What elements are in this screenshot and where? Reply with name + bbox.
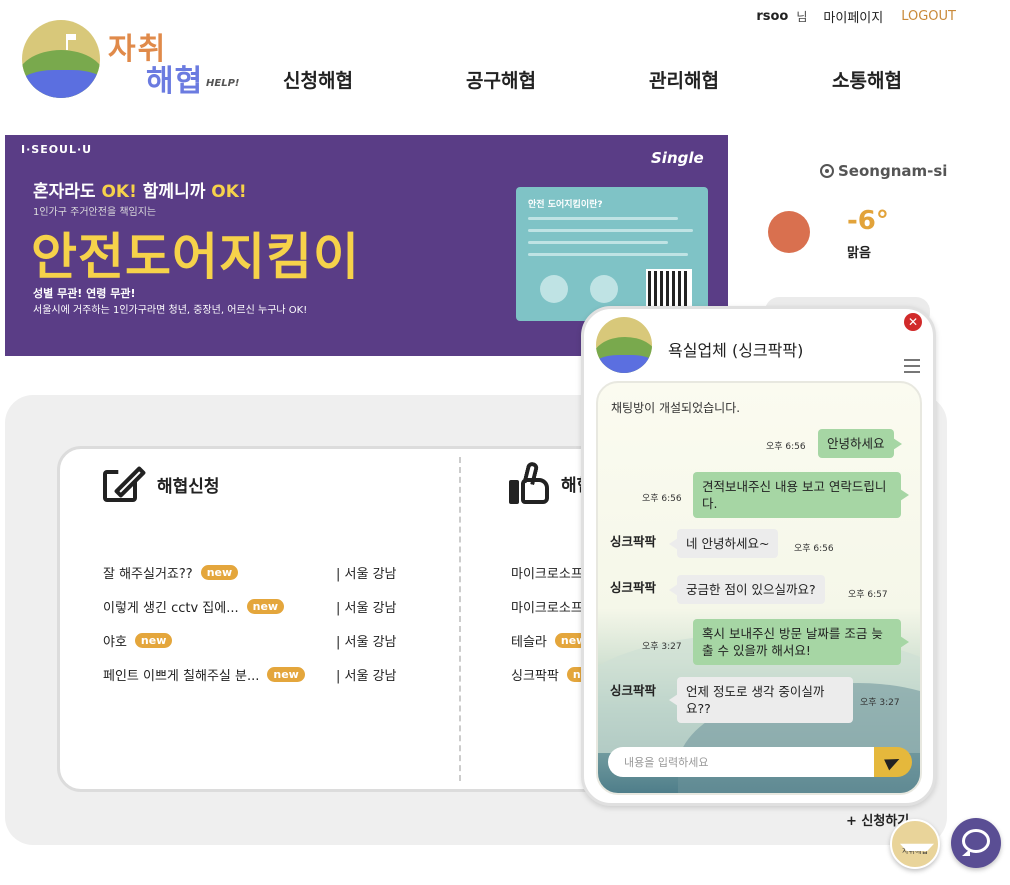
message-received: 네 안녕하세요~ [668, 529, 779, 558]
logout-link[interactable]: LOGOUT [901, 9, 956, 24]
weather-location: Seongnam-si [820, 162, 947, 180]
mypage-link[interactable]: 마이페이지 [823, 7, 883, 26]
boat-icon [900, 843, 934, 851]
list-item[interactable]: 페인트 이쁘게 칠해주실 분... new | 서울 강남 [103, 657, 443, 691]
message-received: 언제 정도로 생각 중이실까요?? [669, 677, 853, 723]
nav-item-group-buy[interactable]: 공구해협 [466, 66, 649, 93]
weather-temp: -6° [847, 206, 889, 236]
message-sent: 혹시 보내주신 방문 날짜를 조금 늦출 수 있을까 해서요! [693, 619, 909, 665]
logo-help: HELP! [206, 78, 240, 89]
location-target-icon [820, 164, 834, 178]
nav-item-community[interactable]: 소통해협 [832, 66, 1010, 93]
nav-item-apply[interactable]: 신청해협 [283, 66, 466, 93]
list-item-location: | 서울 강남 [336, 634, 397, 650]
chat-messages[interactable]: 채팅방이 개설되었습니다. 오후 6:56 안녕하세요 오후 6:56 견적보내… [596, 381, 922, 795]
list-item[interactable]: 이렇게 생긴 cctv 집에... new | 서울 강남 [103, 589, 443, 623]
message-sent: 견적보내주신 내용 보고 연락드립니다. [693, 472, 909, 518]
send-icon [884, 753, 902, 771]
send-button[interactable] [874, 747, 912, 777]
logo-mark-icon [22, 20, 100, 98]
chat-partner-name: 욕실업체 (싱크팍팍) [668, 341, 804, 360]
main-nav: 신청해협 공구해협 관리해협 소통해협 [283, 66, 1010, 93]
new-badge: new [267, 666, 305, 682]
chat-avatar [596, 317, 652, 373]
message-sent: 안녕하세요 [818, 429, 901, 458]
user-honorific: 님 [796, 10, 808, 24]
banner-subtext: 1인가구 주거안전을 책임지는 [33, 207, 157, 218]
message-time: 오후 6:56 [766, 442, 806, 452]
user-name: rsoo [756, 9, 789, 24]
message-time: 오후 6:56 [642, 494, 682, 504]
menu-icon[interactable] [904, 359, 920, 373]
top-bar: rsoo 님 마이페이지 LOGOUT [756, 7, 956, 26]
edit-icon [101, 464, 147, 504]
banner-headline: 혼자라도 OK! 함께니까 OK! [33, 182, 247, 202]
request-section-title: 해협신청 [101, 464, 220, 504]
banner-footer-1: 성별 무관! 연령 무관! [33, 287, 136, 300]
request-list: 잘 해주실거죠?? new | 서울 강남 이렇게 생긴 cctv 집에... ne… [103, 555, 443, 691]
close-icon[interactable]: ✕ [904, 313, 922, 331]
logo-text-2: 해협 [146, 64, 204, 99]
banner-info-card: 안전 도어지킴이란? [516, 187, 708, 321]
chat-system-message: 채팅방이 개설되었습니다. [611, 401, 741, 415]
banner-title: 안전도어지킴이 [31, 228, 360, 286]
message-time: 오후 6:57 [848, 590, 888, 600]
site-logo[interactable]: 자취 해협 HELP! [22, 20, 242, 106]
list-item-location: | 서울 강남 [336, 600, 397, 616]
message-time: 오후 3:27 [642, 642, 682, 652]
banner-footer-2: 서울시에 거주하는 1인가구라면 청년, 중장년, 어르신 누구나 OK! [33, 305, 308, 316]
message-received: 궁금한 점이 있으실까요? [669, 575, 825, 604]
message-time: 오후 3:27 [860, 698, 900, 708]
message-time: 오후 6:56 [794, 544, 834, 554]
message-sender: 싱크팍팍 [610, 683, 657, 698]
banner-card-title: 안전 도어지킴이란? [528, 200, 603, 210]
message-sender: 싱크팍팍 [610, 534, 657, 549]
message-sender: 싱크팍팍 [610, 580, 657, 595]
floating-chat-button[interactable] [951, 818, 1001, 868]
right-section-title: 해협 [509, 460, 592, 504]
thumbs-up-icon [509, 460, 551, 504]
chat-window: 욕실업체 (싱크팍팍) ✕ 채팅방이 개설되었습니다. 오후 6:56 안녕하세… [581, 306, 936, 806]
sun-icon [768, 211, 810, 253]
list-item-location: | 서울 강남 [336, 566, 397, 582]
door-sensor-icon [540, 275, 568, 303]
guard-icon [590, 275, 618, 303]
list-item[interactable]: 잘 해주실거죠?? new | 서울 강남 [103, 555, 443, 589]
banner-single-logo: Single [651, 149, 704, 167]
card-divider [459, 457, 461, 781]
weather-location-text: Seongnam-si [838, 162, 948, 180]
new-badge: new [246, 598, 285, 614]
nav-item-manage[interactable]: 관리해협 [649, 66, 832, 93]
new-badge: new [134, 632, 173, 648]
list-item[interactable]: 야호 new | 서울 강남 [103, 623, 443, 657]
weather-desc: 맑음 [847, 246, 871, 261]
floating-logo-button[interactable]: 자취해협 [890, 819, 940, 869]
new-badge: new [200, 564, 239, 580]
list-item-location: | 서울 강남 [336, 668, 397, 684]
chat-input[interactable] [608, 747, 886, 777]
banner-seoul-logo: I·SEOUL·U [21, 143, 93, 156]
